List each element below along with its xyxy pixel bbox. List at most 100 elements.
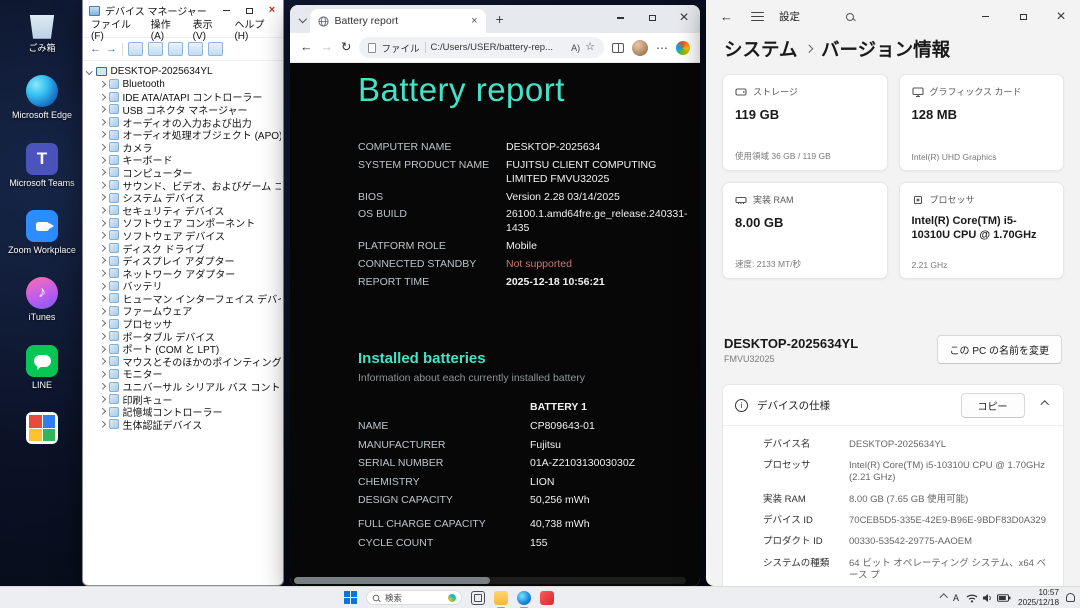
expand-chevron-icon[interactable] xyxy=(99,245,105,251)
new-tab-button[interactable]: + xyxy=(496,12,504,26)
toolbar-icon-help[interactable] xyxy=(168,42,183,56)
tree-item[interactable]: マウスとそのほかのポインティング デバイス xyxy=(87,355,281,368)
expand-chevron-icon[interactable] xyxy=(99,182,105,188)
expand-chevron-icon[interactable] xyxy=(99,94,105,100)
desktop-icon-app[interactable] xyxy=(6,412,78,447)
expand-chevron-icon[interactable] xyxy=(99,320,105,326)
toolbar-icon-update[interactable] xyxy=(208,42,223,56)
tree-item[interactable]: 印刷キュー xyxy=(87,393,281,406)
desktop-icon-recycle-bin[interactable]: ごみ箱 xyxy=(6,8,78,53)
expand-chevron-icon[interactable] xyxy=(99,396,105,402)
tree-item[interactable]: ポート (COM と LPT) xyxy=(87,342,281,355)
taskbar-clock[interactable]: 10:57 2025/12/18 xyxy=(1018,588,1059,607)
expand-chevron-icon[interactable] xyxy=(99,283,105,289)
device-spec-header[interactable]: i デバイスの仕様 コピー xyxy=(723,385,1063,425)
expand-chevron-icon[interactable] xyxy=(99,106,105,112)
tab-search-icon[interactable] xyxy=(300,16,306,22)
expand-chevron-icon[interactable] xyxy=(99,257,105,263)
search-icon[interactable] xyxy=(846,13,854,21)
expand-chevron-icon[interactable] xyxy=(99,144,105,150)
toolbar-icon-scan[interactable] xyxy=(188,42,203,56)
file-explorer-icon[interactable] xyxy=(494,591,508,605)
back-button[interactable]: ← xyxy=(720,10,733,23)
tree-item[interactable]: ポータブル デバイス xyxy=(87,330,281,343)
expand-chevron-icon[interactable] xyxy=(99,220,105,226)
tree-item[interactable]: システム デバイス xyxy=(87,191,281,204)
tree-item[interactable]: Bluetooth xyxy=(87,78,281,91)
collapse-chevron-icon[interactable] xyxy=(86,68,92,74)
tree-item[interactable]: カメラ xyxy=(87,141,281,154)
tree-item[interactable]: セキュリティ デバイス xyxy=(87,204,281,217)
minimize-button[interactable] xyxy=(604,5,636,31)
copy-button[interactable]: コピー xyxy=(961,393,1025,418)
back-icon[interactable]: ← xyxy=(90,44,101,55)
split-screen-icon[interactable] xyxy=(612,43,624,53)
expand-chevron-icon[interactable] xyxy=(99,169,105,175)
tree-item[interactable]: キーボード xyxy=(87,154,281,167)
profile-avatar[interactable] xyxy=(632,40,648,56)
start-button[interactable] xyxy=(344,591,357,604)
expand-chevron-icon[interactable] xyxy=(99,157,105,163)
toolbar-icon-console[interactable] xyxy=(128,42,143,56)
tree-item[interactable]: 生体認証デバイス xyxy=(87,418,281,431)
collapse-chevron-icon[interactable] xyxy=(1040,401,1048,409)
tree-item[interactable]: ネットワーク アダプター xyxy=(87,267,281,280)
tree-item[interactable]: ディスク ドライブ xyxy=(87,242,281,255)
expand-chevron-icon[interactable] xyxy=(99,383,105,389)
copilot-icon[interactable] xyxy=(676,41,690,55)
tree-item[interactable]: IDE ATA/ATAPI コントローラー xyxy=(87,91,281,104)
tree-item[interactable]: オーディオ処理オブジェクト (APO) xyxy=(87,128,281,141)
desktop-icon-edge[interactable]: Microsoft Edge xyxy=(6,75,78,120)
tab-close-icon[interactable]: × xyxy=(471,16,477,27)
tree-item[interactable]: ソフトウェア コンポーネント xyxy=(87,217,281,230)
close-button[interactable]: × xyxy=(1042,0,1080,33)
edge-taskbar-icon[interactable] xyxy=(517,591,531,605)
expand-chevron-icon[interactable] xyxy=(99,232,105,238)
tree-item[interactable]: 記憶域コントローラー xyxy=(87,405,281,418)
expand-chevron-icon[interactable] xyxy=(99,346,105,352)
expand-chevron-icon[interactable] xyxy=(99,119,105,125)
expand-chevron-icon[interactable] xyxy=(99,333,105,339)
expand-chevron-icon[interactable] xyxy=(99,194,105,200)
tree-root-node[interactable]: DESKTOP-2025634YL xyxy=(87,65,281,78)
menu-item[interactable]: ファイル(F) xyxy=(91,16,140,42)
tree-item[interactable]: ユニバーサル シリアル バス コントローラー xyxy=(87,380,281,393)
desktop-icon-teams[interactable]: T Microsoft Teams xyxy=(6,143,78,188)
expand-chevron-icon[interactable] xyxy=(99,270,105,276)
notification-bell-icon[interactable] xyxy=(1066,593,1075,602)
expand-chevron-icon[interactable] xyxy=(99,358,105,364)
tray-status-icons[interactable] xyxy=(966,593,1011,603)
expand-chevron-icon[interactable] xyxy=(99,81,105,87)
hidden-icons-chevron[interactable] xyxy=(939,594,947,602)
menu-item[interactable]: 表示(V) xyxy=(193,16,224,42)
browser-tab[interactable]: Battery report × xyxy=(310,9,486,33)
desktop-icon-line[interactable]: LINE xyxy=(6,345,78,390)
tree-item[interactable]: コンピューター xyxy=(87,166,281,179)
toolbar-icon-properties[interactable] xyxy=(148,42,163,56)
forward-icon[interactable]: → xyxy=(106,44,117,55)
tree-item[interactable]: ヒューマン インターフェイス デバイス xyxy=(87,292,281,305)
ime-indicator[interactable]: A xyxy=(953,593,959,603)
task-view-icon[interactable] xyxy=(471,591,485,605)
tree-item[interactable]: ディスプレイ アダプター xyxy=(87,254,281,267)
menu-item[interactable]: 操作(A) xyxy=(151,16,182,42)
refresh-icon[interactable]: ↻ xyxy=(341,41,351,54)
more-menu-icon[interactable]: ⋯ xyxy=(656,42,668,54)
navigation-menu-icon[interactable] xyxy=(751,12,764,21)
taskbar-search[interactable]: 検索 xyxy=(366,590,462,605)
desktop-icon-zoom[interactable]: Zoom Workplace xyxy=(6,210,78,255)
tree-item[interactable]: USB コネクタ マネージャー xyxy=(87,103,281,116)
app-taskbar-icon[interactable] xyxy=(540,591,554,605)
tree-item[interactable]: バッテリ xyxy=(87,280,281,293)
back-icon[interactable]: ← xyxy=(300,41,313,54)
tree-item[interactable]: ファームウェア xyxy=(87,305,281,318)
desktop-icon-itunes[interactable]: ♪ iTunes xyxy=(6,277,78,322)
expand-chevron-icon[interactable] xyxy=(99,207,105,213)
breadcrumb-system[interactable]: システム xyxy=(724,36,797,62)
expand-chevron-icon[interactable] xyxy=(99,421,105,427)
favorite-star-icon[interactable]: ☆ xyxy=(585,42,595,53)
address-bar[interactable]: ファイル C:/Users/USER/battery-rep... A) ☆ xyxy=(359,37,604,58)
expand-chevron-icon[interactable] xyxy=(99,409,105,415)
horizontal-scrollbar-thumb[interactable] xyxy=(294,577,490,584)
close-button[interactable]: × xyxy=(668,5,700,31)
